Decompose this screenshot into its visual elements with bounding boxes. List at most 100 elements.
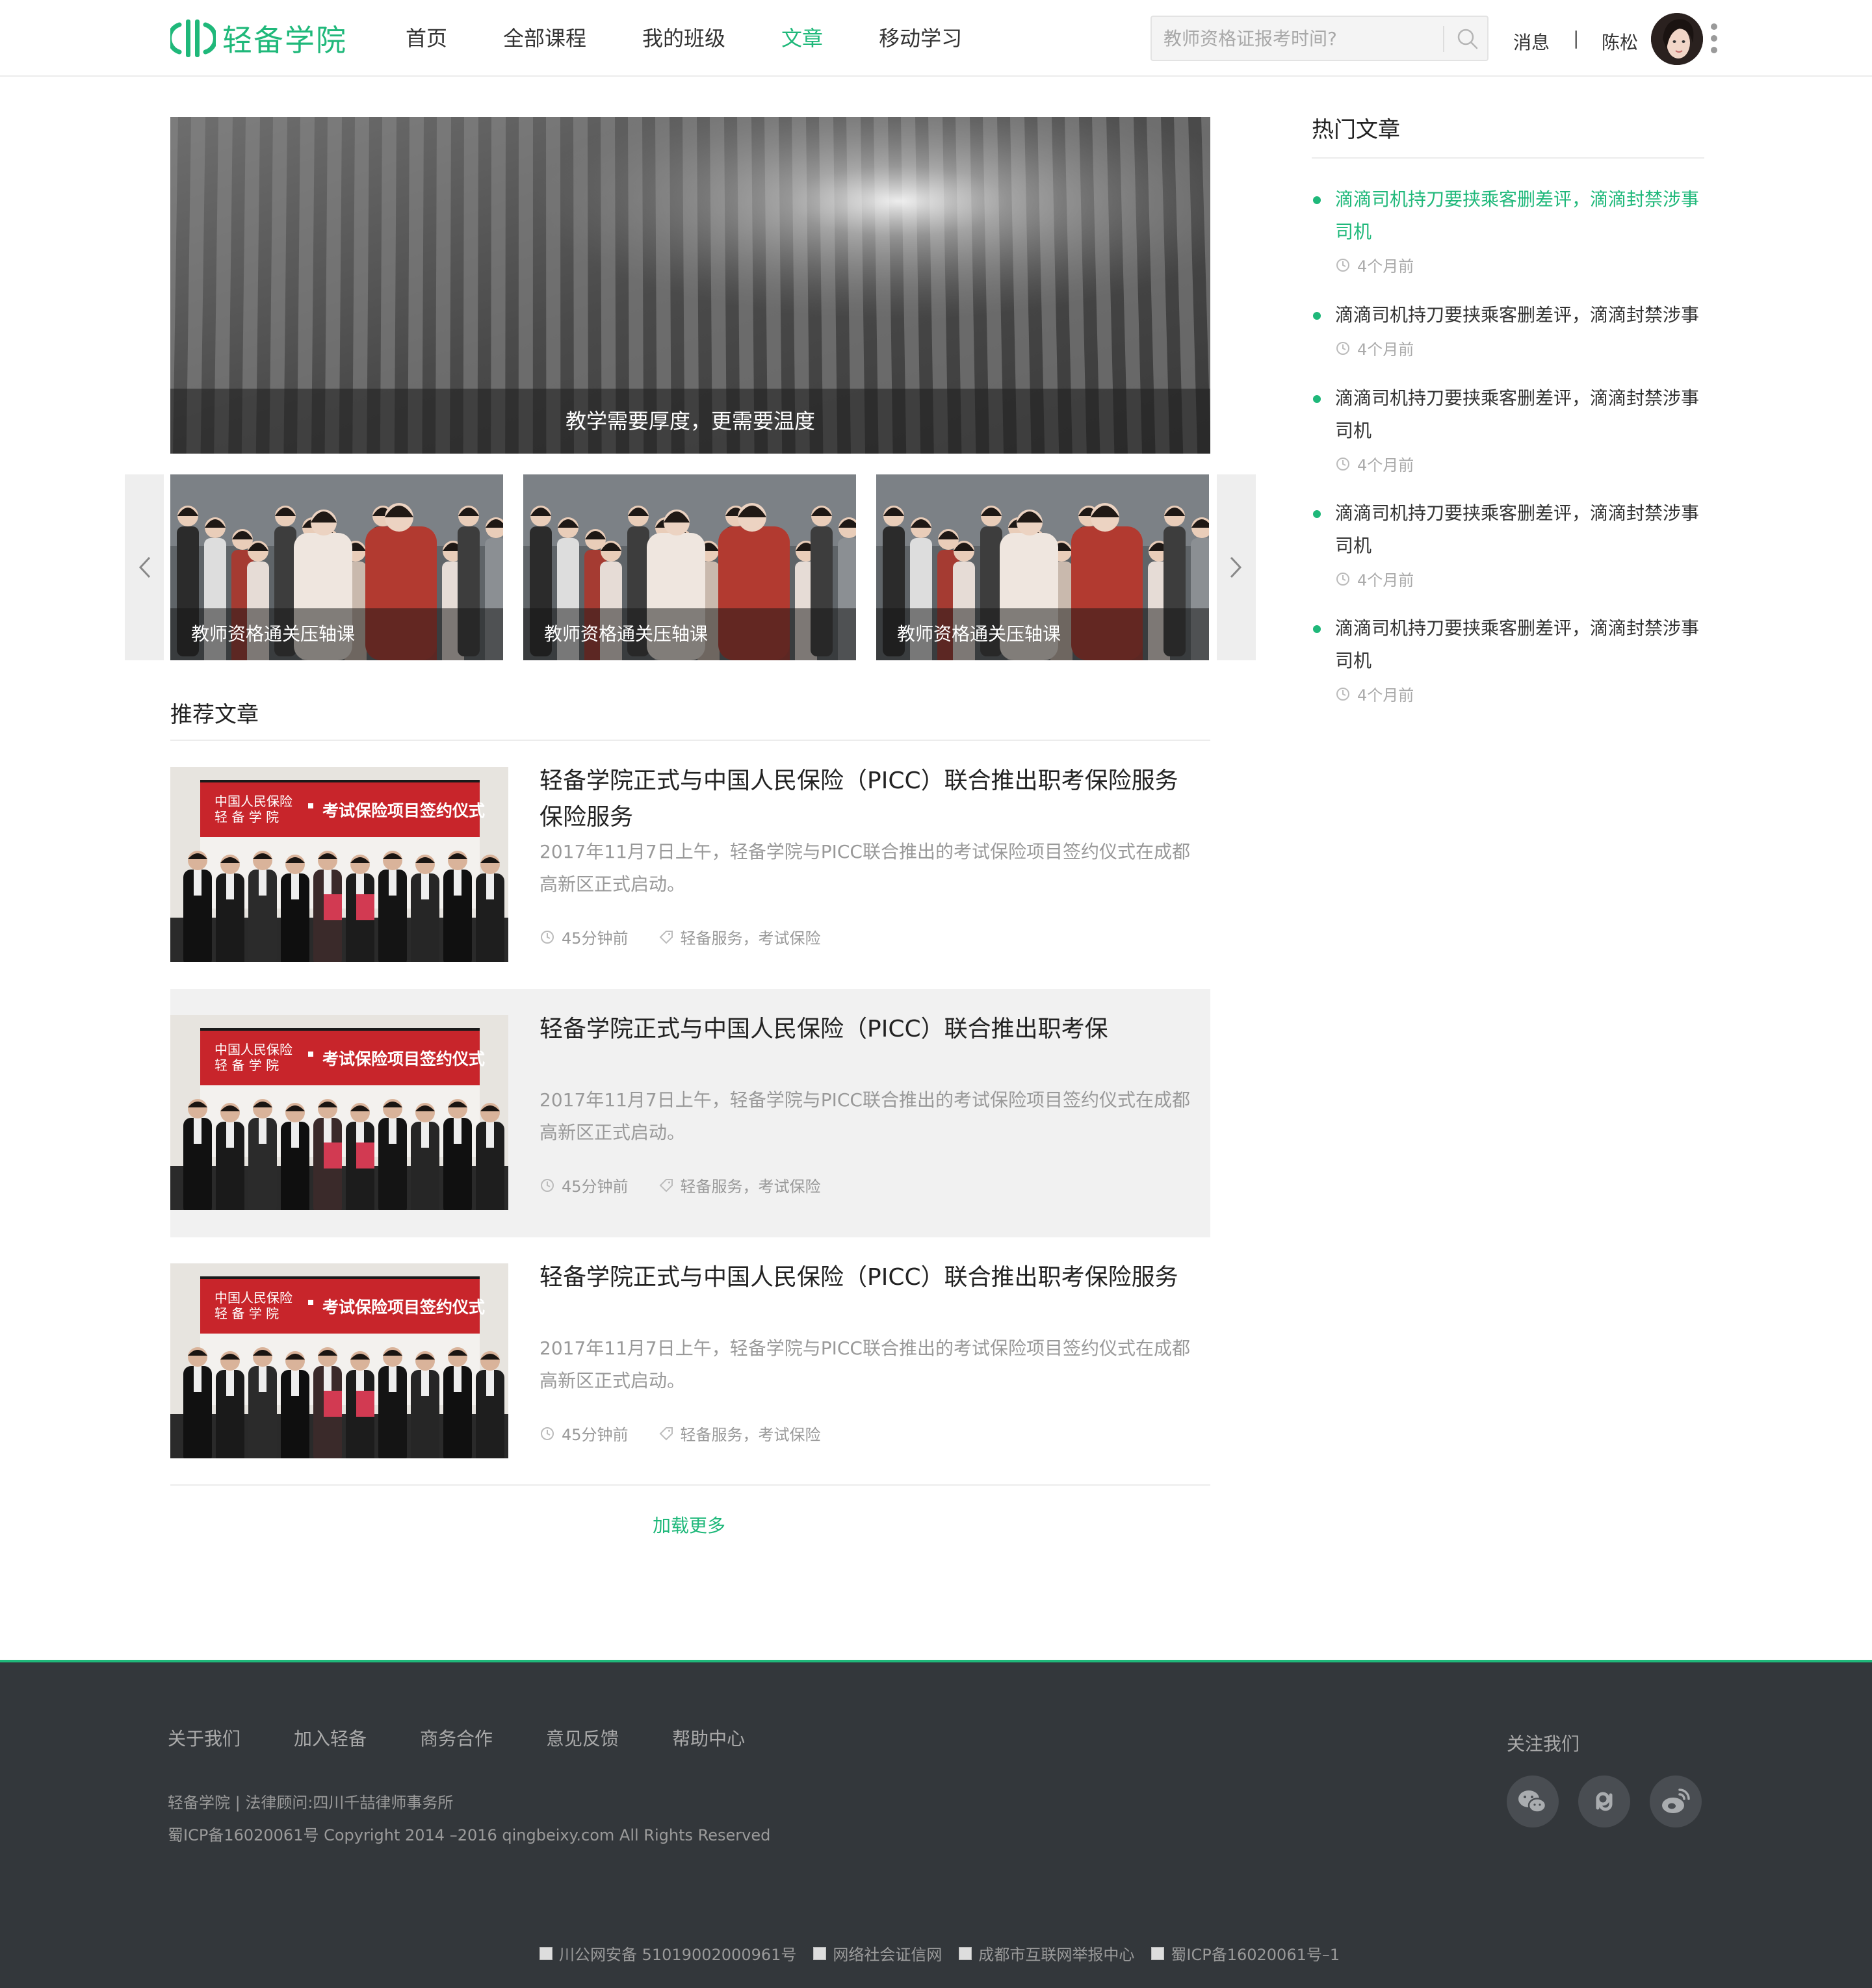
article-desc: 2017年11月7日上午，轻备学院与PICC联合推出的考试保险项目签约仪式在成都…	[540, 841, 1190, 895]
clock-icon	[1336, 341, 1349, 355]
hot-article-time: 4个月前	[1357, 341, 1414, 359]
sidebar-divider	[1312, 157, 1704, 159]
site-logo[interactable]: 轻备学院	[170, 17, 347, 60]
article-thumbnail: 中国人民保险 轻 备 学 院 考试保险项目签约仪式	[170, 1263, 508, 1458]
list-divider	[170, 1484, 1210, 1486]
hot-article-title[interactable]: 滴滴司机持刀要挟乘客删差评，滴滴封禁涉事司机	[1335, 612, 1712, 677]
article-item[interactable]: 中国人民保险 轻 备 学 院 考试保险项目签约仪式 轻备学院正式与中国人民保险（…	[170, 1237, 1210, 1486]
carousel-item[interactable]: 教师资格通关压轴课	[170, 474, 503, 660]
banner-text-line1: 中国人民保险	[214, 794, 292, 809]
hot-article-time: 4个月前	[1357, 571, 1414, 589]
article-item[interactable]: 中国人民保险 轻 备 学 院 考试保险项目签约仪式 轻备学院正式与中国人民保险（…	[170, 989, 1210, 1237]
footer-legal: 轻备学院 | 法律顾问:四川千喆律师事务所	[168, 1794, 454, 1812]
hot-article-time: 4个月前	[1357, 686, 1414, 704]
article-tags[interactable]: 轻备服务，考试保险	[681, 1422, 821, 1445]
bullet-dot	[1313, 312, 1321, 320]
search-input[interactable]	[1152, 17, 1444, 60]
search-icon[interactable]	[1455, 26, 1481, 52]
avatar[interactable]	[1651, 13, 1703, 65]
article-desc: 2017年11月7日上午，轻备学院与PICC联合推出的考试保险项目签约仪式在成都…	[540, 1089, 1190, 1143]
messages-link[interactable]: 消息	[1513, 29, 1550, 55]
bullet-dot	[1313, 395, 1321, 403]
carousel-item-caption: 教师资格通关压轴课	[876, 608, 1209, 660]
footer-link-join[interactable]: 加入轻备	[294, 1725, 367, 1751]
recommended-title: 推荐文章	[170, 702, 259, 728]
banner-text-line2: 轻 备 学 院	[214, 1306, 279, 1321]
article-time: 45分钟前	[562, 929, 629, 948]
banner-text-line2: 轻 备 学 院	[214, 1057, 279, 1073]
follow-us-label: 关注我们	[1507, 1733, 1580, 1755]
footer-badge-label: 网络社会证信网	[833, 1946, 942, 1964]
hot-article-time-row: 4个月前	[1335, 567, 1414, 590]
article-title[interactable]: 轻备学院正式与中国人民保险（PICC）联合推出职考保险服务	[540, 1259, 1196, 1296]
hot-article-time-row: 4个月前	[1335, 682, 1414, 705]
article-time: 45分钟前	[562, 1178, 629, 1196]
nav-mobile-learning[interactable]: 移动学习	[879, 19, 962, 57]
article-title[interactable]: 轻备学院正式与中国人民保险（PICC）联合推出职考保险服务保险服务	[540, 763, 1196, 836]
main-nav: 首页 全部课程 我的班级 文章 移动学习	[406, 19, 1018, 57]
hot-article-title[interactable]: 滴滴司机持刀要挟乘客删差评，滴滴封禁涉事司机	[1335, 183, 1712, 248]
banner-text-title: 考试保险项目签约仪式	[322, 1298, 485, 1317]
badge-icon	[959, 1946, 972, 1960]
load-more-button[interactable]: 加载更多	[653, 1512, 725, 1538]
footer-badge[interactable]: 川公网安备 51019002000961号	[540, 1942, 796, 1965]
nav-all-courses[interactable]: 全部课程	[503, 19, 586, 57]
bullet-dot	[1313, 510, 1321, 518]
more-vertical-icon[interactable]	[1711, 23, 1719, 53]
nav-home[interactable]: 首页	[406, 19, 447, 57]
hot-article-time-row: 4个月前	[1335, 337, 1414, 359]
hot-article-time-row: 4个月前	[1335, 452, 1414, 475]
banner-text-title: 考试保险项目签约仪式	[322, 801, 485, 820]
clock-icon	[541, 1178, 554, 1192]
carousel-item-caption: 教师资格通关压轴课	[170, 608, 503, 660]
article-meta: 45分钟前 轻备服务，考试保险	[540, 1422, 821, 1445]
article-item[interactable]: 中国人民保险 轻 备 学 院 考试保险项目签约仪式 轻备学院正式与中国人民保险（…	[170, 741, 1210, 989]
footer-link-about[interactable]: 关于我们	[168, 1725, 240, 1751]
footer-links: 关于我们 加入轻备 商务合作 意见反馈 帮助中心	[168, 1725, 798, 1751]
clock-icon	[1336, 457, 1349, 471]
footer-badge[interactable]: 成都市互联网举报中心	[959, 1942, 1134, 1965]
hot-article-title[interactable]: 滴滴司机持刀要挟乘客删差评，滴滴封禁涉事	[1335, 299, 1712, 331]
footer-link-feedback[interactable]: 意见反馈	[546, 1725, 619, 1751]
logo-text: 轻备学院	[222, 23, 347, 58]
footer-badge-label: 川公网安备 51019002000961号	[559, 1946, 797, 1964]
carousel-item-caption: 教师资格通关压轴课	[523, 608, 856, 660]
carousel-item[interactable]: 教师资格通关压轴课	[523, 474, 856, 660]
footer-link-help[interactable]: 帮助中心	[672, 1725, 745, 1751]
hot-article-title[interactable]: 滴滴司机持刀要挟乘客删差评，滴滴封禁涉事司机	[1335, 382, 1712, 447]
header-separator: |	[1573, 27, 1580, 49]
footer-badge[interactable]: 蜀ICP备16020061号–1	[1151, 1942, 1340, 1965]
site-footer: 关于我们 加入轻备 商务合作 意见反馈 帮助中心 轻备学院 | 法律顾问:四川千…	[0, 1660, 1872, 1988]
nav-my-class[interactable]: 我的班级	[642, 19, 725, 57]
carousel-prev-button[interactable]	[125, 474, 164, 660]
wechat-icon[interactable]	[1507, 1775, 1559, 1827]
carousel-next-button[interactable]	[1217, 474, 1256, 660]
search-divider	[1443, 26, 1444, 52]
logo-icon	[170, 19, 216, 57]
badge-icon	[1151, 1946, 1165, 1960]
article-meta: 45分钟前 轻备服务，考试保险	[540, 925, 821, 948]
user-name[interactable]: 陈松	[1602, 29, 1638, 55]
hot-article-time: 4个月前	[1357, 456, 1414, 474]
link-icon[interactable]	[1578, 1775, 1630, 1827]
carousel-item[interactable]: 教师资格通关压轴课	[876, 474, 1209, 660]
clock-icon	[541, 930, 554, 944]
hot-articles-title: 热门文章	[1312, 117, 1400, 143]
clock-icon	[1336, 687, 1349, 701]
footer-badge[interactable]: 网络社会证信网	[813, 1942, 942, 1965]
banner-text-title: 考试保险项目签约仪式	[322, 1050, 485, 1068]
tag-icon	[659, 930, 673, 944]
footer-badges: 川公网安备 51019002000961号 网络社会证信网 成都市互联网举报中心…	[540, 1942, 1357, 1965]
article-title[interactable]: 轻备学院正式与中国人民保险（PICC）联合推出职考保	[540, 1011, 1196, 1048]
footer-badge-label: 成都市互联网举报中心	[978, 1946, 1135, 1964]
footer-link-business[interactable]: 商务合作	[420, 1725, 493, 1751]
nav-articles[interactable]: 文章	[781, 19, 823, 57]
badge-icon	[540, 1946, 552, 1960]
article-tags[interactable]: 轻备服务，考试保险	[681, 1174, 821, 1196]
hot-article-title[interactable]: 滴滴司机持刀要挟乘客删差评，滴滴封禁涉事司机	[1335, 497, 1712, 562]
footer-copyright: 蜀ICP备16020061号 Copyright 2014 –2016 qing…	[168, 1826, 771, 1844]
weibo-icon[interactable]	[1650, 1775, 1702, 1827]
top-header: 轻备学院 首页 全部课程 我的班级 文章 移动学习 消息 | 陈松	[0, 0, 1872, 77]
article-tags[interactable]: 轻备服务，考试保险	[681, 925, 821, 948]
hero-banner[interactable]: 教学需要厚度，更需要温度	[170, 117, 1210, 454]
